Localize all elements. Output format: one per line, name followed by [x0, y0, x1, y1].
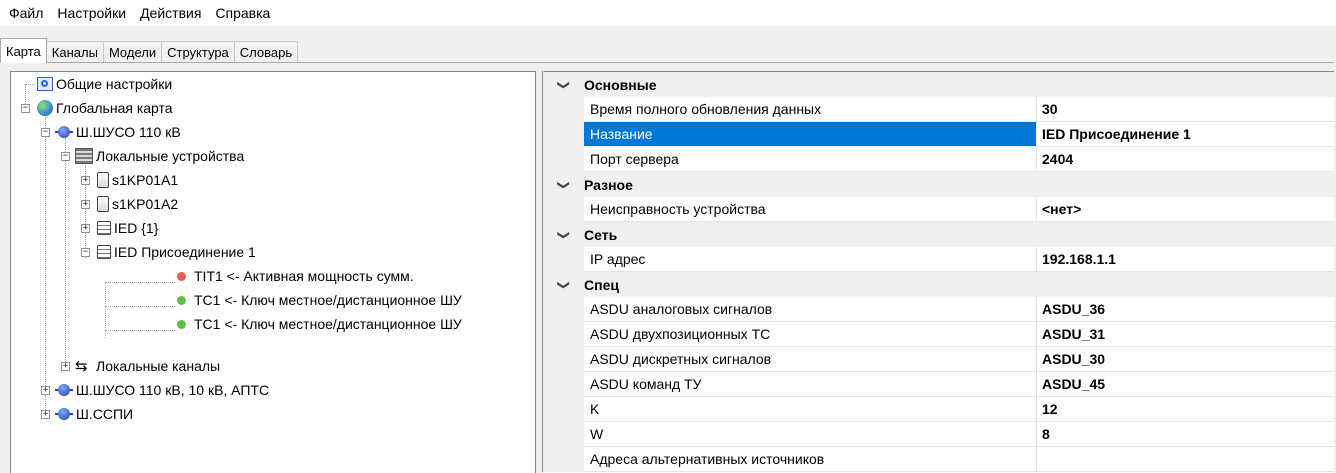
- prop-name: ASDU дискретных сигналов: [584, 347, 1037, 372]
- splitter-line: [542, 71, 543, 472]
- expand-icon[interactable]: +: [81, 224, 90, 233]
- prop-value[interactable]: ASDU_36: [1037, 297, 1334, 322]
- tree-line: [105, 282, 175, 283]
- tree-item-station-1[interactable]: Ш.ШУСО 110 кВ: [55, 120, 181, 144]
- prop-name: ASDU аналоговых сигналов: [584, 297, 1037, 322]
- tree-item-signal-1[interactable]: TIT1 <- Активная мощность сумм.: [177, 264, 414, 288]
- station-icon: [55, 408, 73, 420]
- tree-item-local-channels[interactable]: ⇆ Локальные каналы: [75, 354, 220, 378]
- prop-name: Адреса альтернативных источников: [584, 447, 1037, 472]
- category-misc[interactable]: ❯ Разное: [544, 172, 1334, 197]
- prop-name: ASDU двухпозиционных ТС: [584, 322, 1037, 347]
- tree-line: [105, 330, 175, 331]
- prop-name: W: [584, 422, 1037, 447]
- station-icon: [55, 384, 73, 396]
- prop-value[interactable]: ASDU_45: [1037, 372, 1334, 397]
- prop-value[interactable]: ASDU_30: [1037, 347, 1334, 372]
- servers-icon: [75, 148, 93, 164]
- device-icon: [97, 196, 109, 212]
- prop-row-asdu-analog[interactable]: ASDU аналоговых сигналов ASDU_36: [544, 297, 1334, 322]
- menu-file[interactable]: Файл: [0, 0, 50, 26]
- prop-row-name[interactable]: Название IED Присоединение 1: [544, 122, 1334, 147]
- tree-line: [105, 306, 175, 307]
- expand-icon[interactable]: +: [81, 200, 90, 209]
- ied-icon: [97, 245, 111, 259]
- prop-value[interactable]: 30: [1037, 97, 1334, 122]
- prop-value[interactable]: 2404: [1037, 147, 1334, 172]
- prop-value[interactable]: ASDU_31: [1037, 322, 1334, 347]
- prop-value[interactable]: 12: [1037, 397, 1334, 422]
- tree-item-station-2[interactable]: Ш.ШУСО 110 кВ, 10 кВ, АПТС: [55, 378, 269, 402]
- tree-item-device-3[interactable]: IED {1}: [97, 216, 158, 240]
- tree-item-device-2[interactable]: s1KP01A2: [97, 192, 178, 216]
- prop-row-ip[interactable]: IP адрес 192.168.1.1: [544, 247, 1334, 272]
- prop-row-asdu-discrete[interactable]: ASDU дискретных сигналов ASDU_30: [544, 347, 1334, 372]
- device-icon: [97, 172, 109, 188]
- collapse-icon[interactable]: −: [81, 248, 90, 257]
- tree-item-station-3[interactable]: Ш.ССПИ: [55, 402, 133, 426]
- expand-icon[interactable]: +: [41, 410, 50, 419]
- prop-name: Название: [584, 122, 1037, 147]
- property-grid[interactable]: ❯ Основные Время полного обновления данн…: [544, 71, 1334, 473]
- tree-item-global-map[interactable]: Глобальная карта: [37, 96, 173, 120]
- prop-row-alt-sources[interactable]: Адреса альтернативных источников: [544, 447, 1334, 472]
- prop-value[interactable]: IED Присоединение 1: [1037, 122, 1334, 147]
- category-spec[interactable]: ❯ Спец: [544, 272, 1334, 297]
- prop-name: IP адрес: [584, 247, 1037, 272]
- collapse-icon[interactable]: −: [61, 152, 70, 161]
- tree-item-device-1[interactable]: s1KP01A1: [97, 168, 178, 192]
- station-icon: [55, 126, 73, 138]
- prop-row-fault[interactable]: Неисправность устройства <нет>: [544, 197, 1334, 222]
- prop-row-asdu-cmd[interactable]: ASDU команд ТУ ASDU_45: [544, 372, 1334, 397]
- status-green-icon: [177, 295, 186, 305]
- tab-models[interactable]: Модели: [102, 41, 163, 63]
- status-red-icon: [177, 271, 186, 281]
- prop-name: K: [584, 397, 1037, 422]
- usb-icon: ⇆: [75, 357, 88, 375]
- tab-dictionary[interactable]: Словарь: [233, 41, 299, 63]
- prop-name: ASDU команд ТУ: [584, 372, 1037, 397]
- menu-bar: Файл Настройки Действия Справка: [0, 0, 1336, 26]
- prop-name: Неисправность устройства: [584, 197, 1037, 222]
- tree-item-device-4[interactable]: IED Присоединение 1: [97, 240, 256, 264]
- prop-value[interactable]: [1037, 447, 1334, 472]
- tree-item-local-devices[interactable]: Локальные устройства: [75, 144, 244, 168]
- status-green-icon: [177, 319, 186, 329]
- globe-icon: [37, 100, 53, 116]
- prop-value[interactable]: <нет>: [1037, 197, 1334, 222]
- tab-structure[interactable]: Структура: [161, 41, 235, 63]
- main-tabs: Карта Каналы Модели Структура Словарь: [0, 38, 299, 63]
- tree-line: [25, 84, 35, 85]
- prop-value[interactable]: 8: [1037, 422, 1334, 447]
- prop-row-asdu-double[interactable]: ASDU двухпозиционных ТС ASDU_31: [544, 322, 1334, 347]
- settings-icon: [37, 77, 53, 91]
- tab-map[interactable]: Карта: [0, 38, 47, 63]
- prop-row-w[interactable]: W 8: [544, 422, 1334, 447]
- tab-channels[interactable]: Каналы: [45, 41, 104, 63]
- menu-actions[interactable]: Действия: [133, 0, 208, 26]
- menu-help[interactable]: Справка: [208, 0, 277, 26]
- expand-icon[interactable]: +: [61, 362, 70, 371]
- prop-row-full-update[interactable]: Время полного обновления данных 30: [544, 97, 1334, 122]
- category-main[interactable]: ❯ Основные: [544, 72, 1334, 97]
- map-tree[interactable]: Общие настройки − Глобальная карта − Ш.Ш…: [10, 71, 536, 473]
- collapse-icon[interactable]: −: [21, 104, 30, 113]
- prop-row-port[interactable]: Порт сервера 2404: [544, 147, 1334, 172]
- tree-line: [45, 114, 46, 418]
- tree-line: [65, 138, 66, 362]
- collapse-icon[interactable]: −: [41, 128, 50, 137]
- prop-name: Порт сервера: [584, 147, 1037, 172]
- prop-value[interactable]: 192.168.1.1: [1037, 247, 1334, 272]
- prop-row-k[interactable]: K 12: [544, 397, 1334, 422]
- category-network[interactable]: ❯ Сеть: [544, 222, 1334, 247]
- ied-icon: [97, 221, 111, 235]
- prop-name: Время полного обновления данных: [584, 97, 1037, 122]
- expand-icon[interactable]: +: [81, 176, 90, 185]
- menu-settings[interactable]: Настройки: [50, 0, 133, 26]
- tree-item-signal-3[interactable]: TC1 <- Ключ местное/дистанционное ШУ: [177, 312, 462, 336]
- expand-icon[interactable]: +: [41, 386, 50, 395]
- tree-item-signal-2[interactable]: TC1 <- Ключ местное/дистанционное ШУ: [177, 288, 462, 312]
- tab-content: Общие настройки − Глобальная карта − Ш.Ш…: [2, 62, 1334, 473]
- tree-item-general-settings[interactable]: Общие настройки: [37, 72, 172, 96]
